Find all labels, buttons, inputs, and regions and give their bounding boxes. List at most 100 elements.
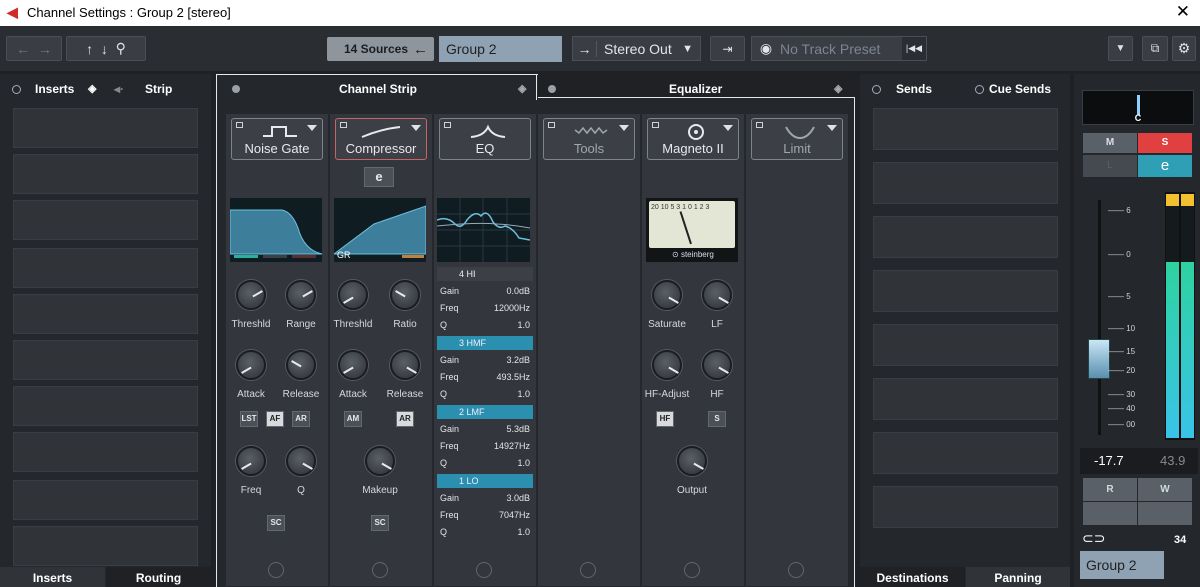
eq-gain-row[interactable]: Gain 5.3dB <box>440 424 530 434</box>
settings-button[interactable]: ⚙ <box>1172 36 1196 61</box>
tab-channel-strip[interactable]: Channel Strip <box>339 82 417 96</box>
attack-knob[interactable] <box>338 350 368 380</box>
empty-button[interactable] <box>1083 502 1137 525</box>
chevron-down-icon[interactable] <box>619 125 629 131</box>
channel-name-field[interactable]: Group 2 <box>439 36 562 62</box>
release-knob[interactable] <box>286 350 316 380</box>
send-slot[interactable] <box>873 432 1058 474</box>
compressor-module[interactable]: Compressor <box>335 118 427 160</box>
freq-knob[interactable] <box>236 446 266 476</box>
empty-button[interactable] <box>1138 502 1192 525</box>
track-preset-field[interactable]: ◉ No Track Preset |◀◀ <box>751 36 927 61</box>
tools-module[interactable]: Tools <box>543 118 635 160</box>
read-automation-button[interactable]: R <box>1083 478 1137 501</box>
tab-bottom-inserts[interactable]: Inserts <box>0 567 105 587</box>
insert-slot[interactable] <box>13 294 198 334</box>
send-slot[interactable] <box>873 378 1058 420</box>
eq-module[interactable]: EQ <box>439 118 531 160</box>
eq-q-row[interactable]: Q 1.0 <box>440 527 530 537</box>
channel-nav-buttons[interactable]: ↑ ↓ ⚲ <box>66 36 146 61</box>
auto-makeup-button[interactable]: AM <box>344 411 362 427</box>
peak-value[interactable]: 43.9 <box>1160 453 1185 468</box>
insert-slot[interactable] <box>13 200 198 240</box>
diamond-icon[interactable]: ◈ <box>834 82 842 95</box>
bypass-icon[interactable] <box>548 122 555 128</box>
hf-only-button[interactable]: HF <box>656 411 674 427</box>
chevron-down-icon[interactable] <box>411 125 421 131</box>
sidechain-button[interactable]: SC <box>267 515 285 531</box>
auto-release-button[interactable]: AR <box>292 411 310 427</box>
power-dot-icon[interactable] <box>975 85 984 94</box>
chevron-down-icon[interactable] <box>723 125 733 131</box>
insert-slot[interactable] <box>13 108 198 148</box>
insert-slot[interactable] <box>13 432 198 472</box>
output-routing-button[interactable]: → Stereo Out ▼ <box>572 36 701 61</box>
eq-freq-row[interactable]: Freq 12000Hz <box>440 303 530 313</box>
insert-slot[interactable] <box>13 154 198 194</box>
attack-knob[interactable] <box>236 350 266 380</box>
listen-button[interactable]: LST <box>240 411 258 427</box>
eq-band-header[interactable]: 1 LO <box>437 474 533 488</box>
send-slot[interactable] <box>873 216 1058 258</box>
magneto-module[interactable]: Magneto II <box>647 118 739 160</box>
noise-gate-module[interactable]: Noise Gate <box>231 118 323 160</box>
tab-equalizer[interactable]: Equalizer <box>669 82 722 96</box>
history-nav-buttons[interactable]: ← → <box>6 36 62 61</box>
eq-freq-row[interactable]: Freq 14927Hz <box>440 441 530 451</box>
insert-slot[interactable] <box>13 248 198 288</box>
bypass-icon[interactable] <box>756 122 763 128</box>
limit-module[interactable]: Limit <box>751 118 843 160</box>
eq-gain-row[interactable]: Gain 3.0dB <box>440 493 530 503</box>
tab-cue-sends[interactable]: Cue Sends <box>989 82 1051 96</box>
insert-slot[interactable] <box>13 480 198 520</box>
link-icon[interactable]: ⊂⊃ <box>1082 530 1105 547</box>
back-arrow-icon[interactable]: ← <box>16 41 30 57</box>
search-icon[interactable]: ⚲ <box>116 40 126 57</box>
close-button[interactable]: ✕ <box>1176 2 1190 22</box>
diamond-icon[interactable]: ◈ <box>518 82 526 95</box>
tab-destinations[interactable]: Destinations <box>860 567 965 587</box>
send-slot[interactable] <box>873 108 1058 150</box>
pan-control[interactable]: C <box>1082 90 1194 125</box>
eq-band-header[interactable]: 4 HI <box>437 267 533 281</box>
tab-strip[interactable]: Strip <box>145 82 172 96</box>
chevron-down-icon[interactable] <box>307 125 317 131</box>
power-dot-icon[interactable] <box>12 85 21 94</box>
window-layout-button[interactable]: ⧉ <box>1142 36 1168 61</box>
power-icon[interactable] <box>580 562 596 578</box>
auto-filter-button[interactable]: AF <box>266 411 284 427</box>
power-icon[interactable] <box>788 562 804 578</box>
insert-slot[interactable] <box>13 340 198 380</box>
solo-button[interactable]: S <box>1138 133 1192 153</box>
eq-freq-row[interactable]: Freq 493.5Hz <box>440 372 530 382</box>
eq-band-header[interactable]: 3 HMF <box>437 336 533 350</box>
edit-button[interactable]: e <box>364 167 394 187</box>
forward-arrow-icon[interactable]: → <box>38 41 52 57</box>
hf-adjust-knob[interactable] <box>652 350 682 380</box>
eq-gain-row[interactable]: Gain 0.0dB <box>440 286 530 296</box>
hf-knob[interactable] <box>702 350 732 380</box>
channel-name-label[interactable]: Group 2 <box>1080 551 1164 579</box>
chevron-down-icon[interactable] <box>827 125 837 131</box>
eq-q-row[interactable]: Q 1.0 <box>440 458 530 468</box>
listen-button[interactable]: L <box>1083 155 1137 177</box>
ratio-knob[interactable] <box>390 280 420 310</box>
route-button[interactable]: ⇥ <box>710 36 745 61</box>
threshold-knob[interactable] <box>236 280 266 310</box>
output-knob[interactable] <box>677 446 707 476</box>
tab-panning[interactable]: Panning <box>966 567 1070 587</box>
threshold-knob[interactable] <box>338 280 368 310</box>
send-slot[interactable] <box>873 162 1058 204</box>
makeup-knob[interactable] <box>365 446 395 476</box>
tab-bottom-routing[interactable]: Routing <box>106 567 211 587</box>
diamond-icon[interactable]: ◈ <box>88 82 96 95</box>
lf-knob[interactable] <box>702 280 732 310</box>
tab-inserts[interactable]: Inserts <box>35 82 74 96</box>
power-dot-icon[interactable] <box>548 85 556 93</box>
menu-dropdown-button[interactable]: ▼ <box>1108 36 1133 61</box>
tab-sends[interactable]: Sends <box>896 82 932 96</box>
power-dot-icon[interactable] <box>232 85 240 93</box>
power-icon[interactable] <box>684 562 700 578</box>
bypass-icon[interactable] <box>340 122 347 128</box>
eq-freq-row[interactable]: Freq 7047Hz <box>440 510 530 520</box>
